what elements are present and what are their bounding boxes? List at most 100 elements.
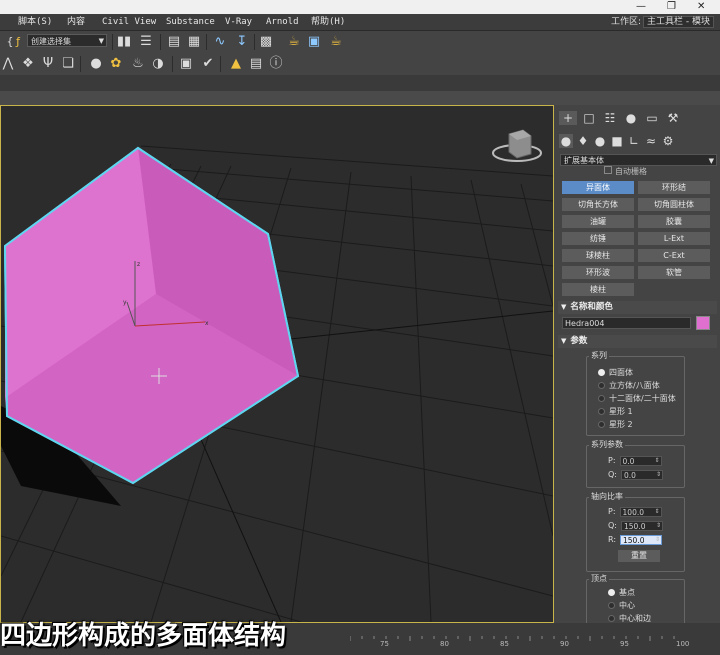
family-p-spinner[interactable]: P: 0.0 ⇕ [608, 455, 662, 466]
material-ball-icon[interactable]: ◑ [150, 56, 166, 72]
shapes-icon[interactable]: ♦ [576, 134, 590, 148]
category-dropdown[interactable]: 扩展基本体 ▼ [560, 154, 717, 166]
family-dodec-icos-radio[interactable]: 十二面体/二十面体 [598, 393, 676, 405]
perspective-viewport[interactable]: z x y [0, 105, 554, 623]
align-icon[interactable]: ☰ [138, 34, 154, 50]
params-rollout-header[interactable]: ▼ 参数 [558, 335, 717, 348]
selection-set-dropdown[interactable]: 创建选择集 ▼ [27, 34, 107, 47]
hair-icon[interactable]: Ψ [40, 56, 56, 72]
name-color-rollout-header[interactable]: ▼ 名称和颜色 [558, 301, 717, 314]
toolbar-separator [80, 56, 81, 72]
selection-set-placeholder: 创建选择集 [31, 37, 71, 46]
ringwave-button[interactable]: 环形波 [562, 266, 634, 279]
family-q-spinner[interactable]: Q: 0.0 ⇕ [608, 469, 663, 480]
curve-editor-icon[interactable]: ∿ [212, 34, 228, 50]
timeline-ruler[interactable]: 75 80 85 90 95 100 [350, 636, 700, 648]
mirror-icon[interactable]: ▮▮ [116, 34, 132, 50]
help-icon[interactable]: ⓘ [268, 56, 284, 72]
axis-r-spinner[interactable]: R: 150.0 ⇕ [608, 534, 663, 545]
display-tab-icon[interactable]: ▭ [643, 111, 661, 125]
vertex-center-sides-radio[interactable]: 中心和边 [608, 613, 651, 623]
spacewarps-icon[interactable]: ≈ [644, 134, 658, 148]
create-tab-icon[interactable]: + [559, 111, 577, 125]
timeline-tick: 80 [440, 640, 449, 648]
collapse-icon: ▼ [561, 337, 567, 345]
toolbar-separator [160, 34, 161, 50]
scene-explorer-icon[interactable]: ▤ [166, 34, 182, 50]
capsule-button[interactable]: 胶囊 [638, 215, 710, 228]
gengon-button[interactable]: 球棱柱 [562, 249, 634, 262]
menu-help[interactable]: 帮助(H) [311, 14, 345, 30]
window-title-bar: — ❐ ✕ [0, 0, 720, 14]
l-ext-button[interactable]: L-Ext [638, 232, 710, 245]
utilities-tab-icon[interactable]: ⚒ [664, 111, 682, 125]
menu-content[interactable]: 内容 [67, 14, 85, 30]
close-icon[interactable]: ✕ [697, 0, 705, 14]
modify-tab-icon[interactable]: □ [580, 111, 598, 125]
family-tetra-radio[interactable]: 四面体 [598, 367, 633, 379]
vray-icon[interactable]: ✔ [200, 56, 216, 72]
torus-knot-button[interactable]: 环形结 [638, 181, 710, 194]
notes-icon[interactable]: ▤ [248, 56, 264, 72]
object-name-input[interactable]: Hedra004 [562, 317, 691, 329]
workspace-label: 工作区: [610, 17, 642, 27]
reset-button[interactable]: 重置 [618, 550, 660, 562]
systems-icon[interactable]: ⚙ [661, 134, 675, 148]
menu-substance[interactable]: Substance [166, 14, 215, 30]
render-setup-icon[interactable]: ☕ [286, 34, 302, 50]
lights-icon[interactable]: ● [593, 134, 607, 148]
material-editor-icon[interactable]: ▩ [258, 34, 274, 50]
restore-icon[interactable]: ❐ [667, 0, 676, 14]
snap-icon[interactable]: ⋀ [0, 56, 16, 72]
motion-tab-icon[interactable]: ● [622, 111, 640, 125]
axis-q-spinner[interactable]: Q: 150.0 ⇕ [608, 520, 663, 531]
menu-vray[interactable]: V-Ray [225, 14, 252, 30]
chevron-down-icon: ▼ [98, 37, 104, 45]
rendered-frame-icon[interactable]: ▣ [306, 34, 322, 50]
spindle-button[interactable]: 纺锤 [562, 232, 634, 245]
toolbar-separator [206, 34, 207, 50]
chamfer-cyl-button[interactable]: 切角圆柱体 [638, 198, 710, 211]
workspace-selector[interactable]: 工作区: 主工具栏 - 模块 [611, 14, 714, 30]
object-color-swatch[interactable] [696, 316, 710, 330]
c-ext-button[interactable]: C-Ext [638, 249, 710, 262]
schematic-view-icon[interactable]: ↧ [234, 34, 250, 50]
axis-p-spinner[interactable]: P: 100.0 ⇕ [608, 506, 662, 517]
hierarchy-tab-icon[interactable]: ☷ [601, 111, 619, 125]
hedra-button[interactable]: 异面体 [562, 181, 634, 194]
family-star1-radio[interactable]: 星形 1 [598, 406, 633, 418]
hose-button[interactable]: 软管 [638, 266, 710, 279]
teapot-icon[interactable]: ♨ [130, 56, 146, 72]
modeling-icon[interactable]: ❖ [20, 56, 36, 72]
chamfer-box-button[interactable]: 切角长方体 [562, 198, 634, 211]
frame-buffer-icon[interactable]: ▣ [178, 56, 194, 72]
vertex-center-radio[interactable]: 中心 [608, 600, 635, 612]
timeline-strip: 75 80 85 90 95 100 四边形构成的多面体结构 [0, 621, 720, 655]
hedra-object[interactable] [3, 146, 300, 485]
family-star2-radio[interactable]: 星形 2 [598, 419, 633, 431]
package-icon[interactable]: ❏ [60, 56, 76, 72]
prism-button[interactable]: 棱柱 [562, 283, 634, 296]
helpers-icon[interactable]: ∟ [627, 134, 641, 148]
sphere-icon[interactable]: ● [88, 56, 104, 72]
oil-tank-button[interactable]: 油罐 [562, 215, 634, 228]
scatter-icon[interactable]: ▲ [228, 56, 244, 72]
particles-icon[interactable]: ✿ [108, 56, 124, 72]
autogrid-checkbox[interactable]: 自动栅格 [604, 166, 647, 177]
toolbar-separator [220, 56, 221, 72]
named-selection-icon[interactable]: ƒ [10, 34, 26, 50]
minimize-icon[interactable]: — [636, 0, 646, 14]
workspace-value[interactable]: 主工具栏 - 模块 [643, 16, 714, 28]
viewcube[interactable] [492, 129, 542, 162]
menu-arnold[interactable]: Arnold [266, 14, 299, 30]
menu-civil-view[interactable]: Civil View [102, 14, 156, 30]
geometry-icon[interactable]: ● [559, 134, 573, 148]
cameras-icon[interactable]: ■ [610, 134, 624, 148]
render-production-icon[interactable]: ☕ [328, 34, 344, 50]
menu-scripting[interactable]: 脚本(S) [18, 14, 52, 30]
family-cube-octa-radio[interactable]: 立方体/八面体 [598, 380, 660, 392]
svg-text:y: y [123, 299, 127, 306]
vertices-title: 顶点 [589, 573, 609, 584]
layer-explorer-icon[interactable]: ▦ [186, 34, 202, 50]
vertex-basepoint-radio[interactable]: 基点 [608, 587, 635, 599]
